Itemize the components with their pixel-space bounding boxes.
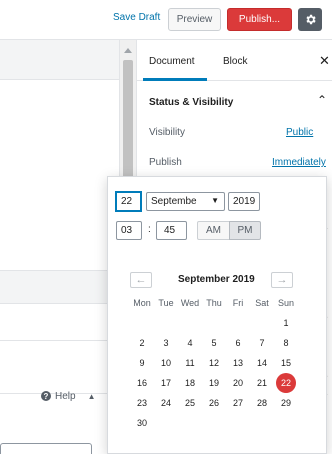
caret-up-icon: ▲ <box>87 391 96 401</box>
weekday-label: Sat <box>255 298 269 308</box>
calendar-day[interactable]: 12 <box>202 353 226 373</box>
calendar-empty-cell <box>178 313 202 333</box>
time-separator: : <box>148 224 151 235</box>
calendar-week-row: 2345678 <box>130 333 302 353</box>
weekday-header: Mon Tue Wed Thu Fri Sat Sun <box>130 293 302 313</box>
visibility-label: Visibility <box>149 127 185 138</box>
calendar-day[interactable]: 21 <box>250 373 274 393</box>
calendar-day[interactable]: 17 <box>154 373 178 393</box>
gear-icon <box>305 14 316 25</box>
calendar-day-selected[interactable]: 22 <box>276 373 296 393</box>
calendar-day[interactable]: 4 <box>178 333 202 353</box>
calendar-empty-cell <box>154 313 178 333</box>
preview-button[interactable]: Preview <box>168 8 221 31</box>
hour-input[interactable]: 03 <box>116 221 142 240</box>
dropdown-arrow-icon: ▼ <box>211 196 219 205</box>
calendar-day[interactable]: 20 <box>226 373 250 393</box>
calendar-day[interactable]: 24 <box>154 393 178 413</box>
settings-button[interactable] <box>298 8 322 31</box>
save-draft-button[interactable]: Save Draft <box>113 12 160 23</box>
tab-block[interactable]: Block <box>223 56 247 67</box>
date-time-picker: 22 Septembe ▼ 2019 03 : 45 AM PM ← Septe… <box>107 176 327 454</box>
publish-label: Publish <box>149 157 182 168</box>
calendar-day[interactable]: 18 <box>178 373 202 393</box>
active-tab-indicator <box>143 78 207 81</box>
minute-input[interactable]: 45 <box>156 221 187 240</box>
calendar-day[interactable]: 11 <box>178 353 202 373</box>
calendar-day[interactable]: 29 <box>274 393 298 413</box>
weekday-label: Sun <box>277 298 294 308</box>
weekday-label: Fri <box>232 298 244 308</box>
calendar-day[interactable]: 27 <box>226 393 250 413</box>
calendar-grid: Mon Tue Wed Thu Fri Sat Sun 1 2 3 4 5 6 7 8 9 10 1… <box>130 293 302 433</box>
calendar-empty-cell <box>202 413 226 433</box>
sidebar-tabs: Document Block ✕ <box>137 40 332 81</box>
arrow-left-icon: ← <box>135 274 147 286</box>
calendar-empty-cell <box>202 313 226 333</box>
calendar-day[interactable]: 7 <box>250 333 274 353</box>
pm-button[interactable]: PM <box>229 221 261 240</box>
year-input[interactable]: 2019 <box>228 192 260 211</box>
month-select[interactable]: Septembe ▼ <box>146 192 225 211</box>
editor-toolbar <box>0 40 120 80</box>
calendar-empty-cell <box>154 413 178 433</box>
month-select-value: Septembe <box>151 196 197 207</box>
weekday-label: Tue <box>158 298 174 308</box>
close-icon[interactable]: ✕ <box>319 53 330 69</box>
editor-footer <box>0 340 120 394</box>
month-title: September 2019 <box>178 274 255 285</box>
arrow-right-icon: → <box>276 274 288 286</box>
calendar-empty-cell <box>250 413 274 433</box>
calendar-empty-cell <box>226 413 250 433</box>
calendar-day[interactable]: 25 <box>178 393 202 413</box>
calendar-day[interactable]: 3 <box>154 333 178 353</box>
tab-document[interactable]: Document <box>149 56 195 67</box>
calendar-day[interactable]: 14 <box>250 353 274 373</box>
calendar-day[interactable]: 2 <box>130 333 154 353</box>
editor-block-band <box>0 270 120 304</box>
calendar-day[interactable]: 28 <box>250 393 274 413</box>
editor-header: Save Draft Preview Publish... <box>0 0 332 40</box>
calendar-week-row: 30 <box>130 413 302 433</box>
calendar-week-row: 1 <box>130 313 302 333</box>
prev-month-button[interactable]: ← <box>130 272 152 288</box>
scroll-up-arrow-icon[interactable] <box>124 48 132 53</box>
calendar-day[interactable]: 1 <box>274 313 298 333</box>
help-icon: ? <box>41 391 51 401</box>
calendar-week-row: 9 10 11 12 13 14 15 <box>130 353 302 373</box>
calendar-empty-cell <box>274 413 298 433</box>
calendar-day[interactable]: 8 <box>274 333 298 353</box>
calendar-week-row: 23 24 25 26 27 28 29 <box>130 393 302 413</box>
calendar-week-row: 16 17 18 19 20 21 22 <box>130 373 302 393</box>
editor-input[interactable] <box>0 443 92 454</box>
calendar-day[interactable]: 13 <box>226 353 250 373</box>
visibility-link[interactable]: Public <box>286 127 313 138</box>
publish-date-link[interactable]: Immediately <box>272 157 326 168</box>
calendar-empty-cell <box>130 313 154 333</box>
calendar-day[interactable]: 5 <box>202 333 226 353</box>
calendar-day[interactable]: 19 <box>202 373 226 393</box>
calendar-day[interactable]: 9 <box>130 353 154 373</box>
am-button[interactable]: AM <box>197 221 230 240</box>
next-month-button[interactable]: → <box>271 272 293 288</box>
calendar-day[interactable]: 15 <box>274 353 298 373</box>
calendar-empty-cell <box>178 413 202 433</box>
help-button[interactable]: ? Help ▲ <box>41 389 96 403</box>
calendar-day[interactable]: 10 <box>154 353 178 373</box>
calendar-empty-cell <box>250 313 274 333</box>
calendar-day[interactable]: 16 <box>130 373 154 393</box>
chevron-up-icon[interactable]: ⌃ <box>317 93 327 107</box>
weekday-label: Thu <box>206 298 222 308</box>
publish-button[interactable]: Publish... <box>227 8 292 31</box>
calendar-empty-cell <box>226 313 250 333</box>
help-label: Help <box>55 390 76 402</box>
panel-title: Status & Visibility <box>149 97 234 108</box>
calendar-day[interactable]: 30 <box>130 413 154 433</box>
day-input[interactable]: 22 <box>116 192 141 211</box>
calendar-day[interactable]: 6 <box>226 333 250 353</box>
weekday-label: Wed <box>180 298 200 308</box>
calendar-day[interactable]: 23 <box>130 393 154 413</box>
calendar-day[interactable]: 26 <box>202 393 226 413</box>
weekday-label: Mon <box>133 298 151 308</box>
